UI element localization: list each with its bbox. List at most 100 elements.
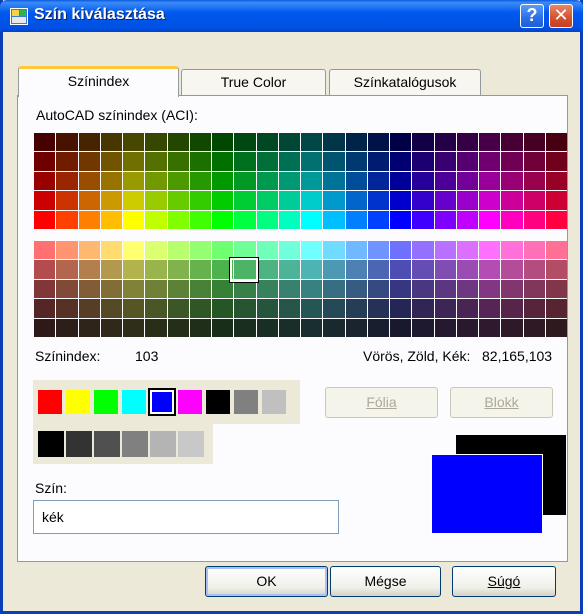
aci-bright-cell[interactable] [123,171,145,191]
aci-pastel-cell[interactable] [412,279,434,299]
aci-pastel-cell[interactable] [78,260,100,279]
aci-pastel-cell[interactable] [56,279,78,299]
aci-bright-cell[interactable] [479,152,501,171]
aci-pastel-cell[interactable] [479,260,501,279]
aci-bright-cell[interactable] [323,133,345,152]
aci-pastel-cell[interactable] [34,260,56,279]
aci-bright-cell[interactable] [545,210,567,229]
aci-pastel-cell[interactable] [390,260,412,279]
standard-color-swatch[interactable] [66,390,90,414]
aci-pastel-cell[interactable] [145,241,167,260]
aci-pastel-cell[interactable] [123,241,145,260]
aci-bright-cell[interactable] [100,210,122,229]
aci-bright-cell[interactable] [479,210,501,229]
aci-pastel-cell[interactable] [390,318,412,337]
aci-bright-cell[interactable] [456,191,478,210]
aci-bright-cell[interactable] [145,171,167,191]
aci-bright-cell[interactable] [345,210,367,229]
aci-pastel-cell[interactable] [34,299,56,318]
aci-bright-cell[interactable] [212,171,234,191]
standard-color-swatch[interactable] [262,390,286,414]
aci-pastel-cell[interactable] [212,279,234,299]
aci-bright-cell[interactable] [479,191,501,210]
aci-pastel-cell[interactable] [523,241,545,260]
aci-bright-cell[interactable] [145,191,167,210]
aci-pastel-cell[interactable] [100,241,122,260]
aci-bright-cell[interactable] [390,210,412,229]
aci-bright-cell[interactable] [345,171,367,191]
aci-pastel-cell[interactable] [390,299,412,318]
aci-bright-cell[interactable] [412,133,434,152]
aci-bright-cell[interactable] [434,171,456,191]
aci-bright-cell[interactable] [34,152,56,171]
aci-pastel-cell[interactable] [412,299,434,318]
aci-pastel-cell[interactable] [501,260,523,279]
aci-pastel-cell[interactable] [545,260,567,279]
aci-pastel-cell[interactable] [189,318,211,337]
aci-pastel-cell[interactable] [189,279,211,299]
aci-bright-cell[interactable] [189,152,211,171]
aci-pastel-cell[interactable] [323,299,345,318]
aci-bright-cell[interactable] [301,191,323,210]
aci-pastel-cell[interactable] [123,299,145,318]
aci-bright-cell[interactable] [501,152,523,171]
aci-bright-cell[interactable] [456,171,478,191]
aci-pastel-cell[interactable] [234,318,256,337]
tab-szinindex[interactable]: Színindex [18,66,179,97]
aci-bright-cell[interactable] [145,210,167,229]
aci-pastel-cell[interactable] [345,299,367,318]
aci-pastel-cell[interactable] [545,299,567,318]
aci-bright-cell[interactable] [323,171,345,191]
aci-bright-cell[interactable] [123,210,145,229]
aci-pastel-cell[interactable] [434,318,456,337]
aci-pastel-cell[interactable] [56,318,78,337]
aci-bright-cell[interactable] [78,152,100,171]
aci-bright-cell[interactable] [323,210,345,229]
aci-pastel-cell[interactable] [545,279,567,299]
aci-bright-cell[interactable] [501,210,523,229]
aci-pastel-cell[interactable] [412,241,434,260]
aci-pastel-cell[interactable] [145,260,167,279]
gray-shade-swatch[interactable] [94,431,120,457]
aci-bright-cell[interactable] [301,210,323,229]
aci-pastel-cell[interactable] [167,279,189,299]
aci-pastel-cell[interactable] [234,299,256,318]
aci-grid-pastel[interactable] [34,241,567,337]
aci-bright-cell[interactable] [501,133,523,152]
aci-pastel-cell[interactable] [167,260,189,279]
folia-button[interactable]: Fólia [325,387,438,418]
gray-shade-swatch[interactable] [66,431,92,457]
aci-pastel-cell[interactable] [78,241,100,260]
aci-bright-cell[interactable] [456,133,478,152]
aci-pastel-cell[interactable] [78,279,100,299]
aci-bright-cell[interactable] [345,152,367,171]
aci-bright-cell[interactable] [34,171,56,191]
aci-bright-cell[interactable] [256,210,278,229]
aci-pastel-cell[interactable] [301,260,323,279]
standard-color-swatch[interactable] [148,388,176,416]
aci-bright-cell[interactable] [100,133,122,152]
aci-pastel-cell[interactable] [545,241,567,260]
aci-bright-cell[interactable] [323,191,345,210]
aci-bright-cell[interactable] [390,191,412,210]
aci-bright-cell[interactable] [367,210,389,229]
aci-pastel-cell[interactable] [212,241,234,260]
blokk-button[interactable]: Blokk [450,387,553,418]
aci-pastel-cell[interactable] [523,260,545,279]
aci-bright-cell[interactable] [78,133,100,152]
aci-pastel-cell[interactable] [212,299,234,318]
aci-bright-cell[interactable] [367,152,389,171]
aci-bright-cell[interactable] [189,210,211,229]
aci-bright-cell[interactable] [434,133,456,152]
aci-pastel-cell[interactable] [256,279,278,299]
aci-pastel-cell[interactable] [501,318,523,337]
aci-pastel-cell[interactable] [367,260,389,279]
aci-pastel-cell[interactable] [345,318,367,337]
aci-pastel-cell[interactable] [301,299,323,318]
aci-bright-cell[interactable] [145,133,167,152]
aci-bright-cell[interactable] [56,133,78,152]
aci-pastel-cell[interactable] [501,299,523,318]
aci-pastel-cell[interactable] [56,260,78,279]
aci-bright-cell[interactable] [345,191,367,210]
aci-bright-cell[interactable] [56,210,78,229]
